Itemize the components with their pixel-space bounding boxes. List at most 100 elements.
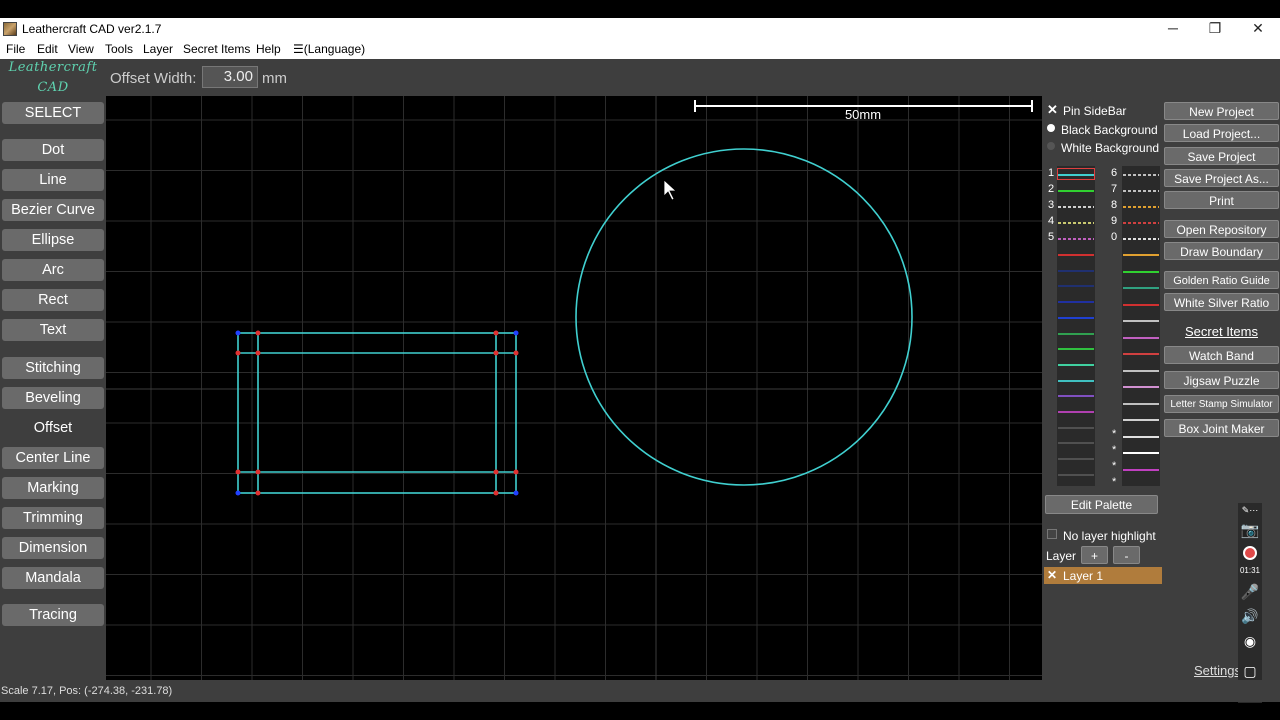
- canvas-svg[interactable]: 50mm: [106, 96, 1042, 680]
- palette-swatch[interactable]: [1123, 419, 1159, 421]
- black-background-radio[interactable]: [1047, 124, 1055, 132]
- drawing-canvas[interactable]: 50mm: [106, 96, 1042, 680]
- palette-swatch[interactable]: [1123, 174, 1159, 176]
- new-project-button[interactable]: New Project: [1164, 102, 1279, 120]
- palette-swatch[interactable]: [1058, 316, 1094, 319]
- menu-tools[interactable]: Tools: [105, 42, 133, 56]
- palette-swatch[interactable]: [1123, 435, 1159, 438]
- palette-swatch[interactable]: [1123, 190, 1159, 192]
- menu-layer[interactable]: Layer: [143, 42, 173, 56]
- dot-tool-button[interactable]: Dot: [2, 139, 104, 161]
- menu-language[interactable]: ☰(Language): [293, 42, 365, 56]
- watch-band-button[interactable]: Watch Band: [1164, 346, 1279, 364]
- rect-points[interactable]: [235, 330, 519, 496]
- draw-boundary-button[interactable]: Draw Boundary: [1164, 242, 1279, 260]
- palette-swatch[interactable]: [1058, 395, 1094, 398]
- palette-swatch[interactable]: [1058, 348, 1094, 351]
- save-project-as-button[interactable]: Save Project As...: [1164, 169, 1279, 187]
- palette-swatch[interactable]: [1058, 269, 1094, 272]
- palette-swatch[interactable]: [1123, 287, 1159, 289]
- palette-swatch[interactable]: [1058, 442, 1094, 445]
- offset-tool-button[interactable]: Offset: [2, 417, 104, 439]
- palette-swatch[interactable]: [1123, 386, 1159, 388]
- palette-swatch[interactable]: [1058, 174, 1094, 176]
- layer-1-visibility-icon[interactable]: ✕: [1047, 568, 1057, 582]
- menu-edit[interactable]: Edit: [37, 42, 58, 56]
- palette-swatch[interactable]: [1058, 206, 1094, 208]
- add-layer-button[interactable]: +: [1081, 546, 1108, 564]
- record-icon[interactable]: [1238, 546, 1262, 563]
- ellipse-tool-button[interactable]: Ellipse: [2, 229, 104, 251]
- palette-swatch[interactable]: [1123, 254, 1159, 256]
- palette-swatch[interactable]: [1058, 254, 1094, 256]
- tracing-tool-button[interactable]: Tracing: [2, 604, 104, 626]
- palette-swatch[interactable]: [1123, 238, 1159, 240]
- dimension-tool-button[interactable]: Dimension: [2, 537, 104, 559]
- palette-swatch[interactable]: [1123, 468, 1159, 471]
- select-tool-button[interactable]: SELECT: [2, 102, 104, 124]
- palette-swatch[interactable]: [1058, 285, 1094, 288]
- menu-secret-items[interactable]: Secret Items: [183, 42, 250, 56]
- close-button[interactable]: ✕: [1238, 18, 1278, 40]
- remove-layer-button[interactable]: -: [1113, 546, 1140, 564]
- offset-width-input[interactable]: 3.00: [202, 66, 258, 88]
- white-silver-ratio-button[interactable]: White Silver Ratio: [1164, 293, 1279, 311]
- window-icon[interactable]: ▢: [1238, 663, 1262, 680]
- line-tool-button[interactable]: Line: [2, 169, 104, 191]
- center-line-tool-button[interactable]: Center Line: [2, 447, 104, 469]
- arc-tool-button[interactable]: Arc: [2, 259, 104, 281]
- palette-swatch[interactable]: [1058, 301, 1094, 304]
- palette-swatch[interactable]: [1123, 369, 1159, 372]
- palette-swatch[interactable]: [1058, 363, 1094, 366]
- open-repository-button[interactable]: Open Repository: [1164, 220, 1279, 238]
- palette-swatch[interactable]: [1058, 222, 1094, 224]
- edit-palette-button[interactable]: Edit Palette: [1045, 495, 1158, 514]
- no-layer-highlight-checkbox[interactable]: [1047, 529, 1057, 539]
- speaker-icon[interactable]: 🔊: [1238, 608, 1262, 625]
- outer-rect[interactable]: [237, 332, 517, 494]
- box-joint-maker-button[interactable]: Box Joint Maker: [1164, 419, 1279, 437]
- recorder-menu-icon[interactable]: ✎⋯: [1238, 505, 1262, 516]
- pin-sidebar-check-icon[interactable]: ✕: [1047, 102, 1058, 118]
- layer-1-row[interactable]: ✕ Layer 1: [1044, 567, 1162, 584]
- stitching-tool-button[interactable]: Stitching: [2, 357, 104, 379]
- palette-swatch[interactable]: [1123, 336, 1159, 339]
- palette-swatch[interactable]: [1123, 353, 1159, 355]
- trimming-tool-button[interactable]: Trimming: [2, 507, 104, 529]
- palette-swatch[interactable]: [1058, 379, 1094, 382]
- camera-icon[interactable]: 📷: [1238, 521, 1262, 539]
- minimize-button[interactable]: ─: [1153, 18, 1193, 40]
- marking-tool-button[interactable]: Marking: [2, 477, 104, 499]
- mandala-tool-button[interactable]: Mandala: [2, 567, 104, 589]
- palette-swatch[interactable]: [1058, 458, 1094, 461]
- palette-swatch[interactable]: [1123, 320, 1159, 322]
- bezier-tool-button[interactable]: Bezier Curve: [2, 199, 104, 221]
- menu-view[interactable]: View: [68, 42, 94, 56]
- menu-file[interactable]: File: [6, 42, 25, 56]
- load-project-button[interactable]: Load Project...: [1164, 124, 1279, 142]
- palette-swatch[interactable]: [1123, 303, 1159, 306]
- letter-stamp-simulator-button[interactable]: Letter Stamp Simulator: [1164, 395, 1279, 413]
- menu-help[interactable]: Help: [256, 42, 281, 56]
- golden-ratio-guide-button[interactable]: Golden Ratio Guide: [1164, 271, 1279, 289]
- text-tool-button[interactable]: Text: [2, 319, 104, 341]
- print-button[interactable]: Print: [1164, 191, 1279, 209]
- jigsaw-puzzle-button[interactable]: Jigsaw Puzzle: [1164, 371, 1279, 389]
- microphone-icon[interactable]: 🎤: [1238, 583, 1262, 601]
- palette-swatch[interactable]: [1058, 411, 1094, 413]
- palette-swatch[interactable]: [1123, 206, 1159, 208]
- palette-swatch[interactable]: [1058, 473, 1094, 476]
- settings-link[interactable]: Settings: [1194, 663, 1241, 678]
- beveling-tool-button[interactable]: Beveling: [2, 387, 104, 409]
- webcam-icon[interactable]: ◉: [1238, 633, 1262, 650]
- save-project-button[interactable]: Save Project: [1164, 147, 1279, 165]
- palette-swatch[interactable]: [1058, 238, 1094, 240]
- circle-shape[interactable]: [575, 148, 913, 486]
- palette-swatch[interactable]: [1123, 452, 1159, 454]
- palette-swatch[interactable]: [1058, 426, 1094, 429]
- rect-tool-button[interactable]: Rect: [2, 289, 104, 311]
- palette-swatch[interactable]: [1123, 402, 1159, 405]
- offset-rect[interactable]: [238, 333, 516, 493]
- palette-swatch[interactable]: [1123, 270, 1159, 273]
- palette-swatch[interactable]: [1058, 190, 1094, 192]
